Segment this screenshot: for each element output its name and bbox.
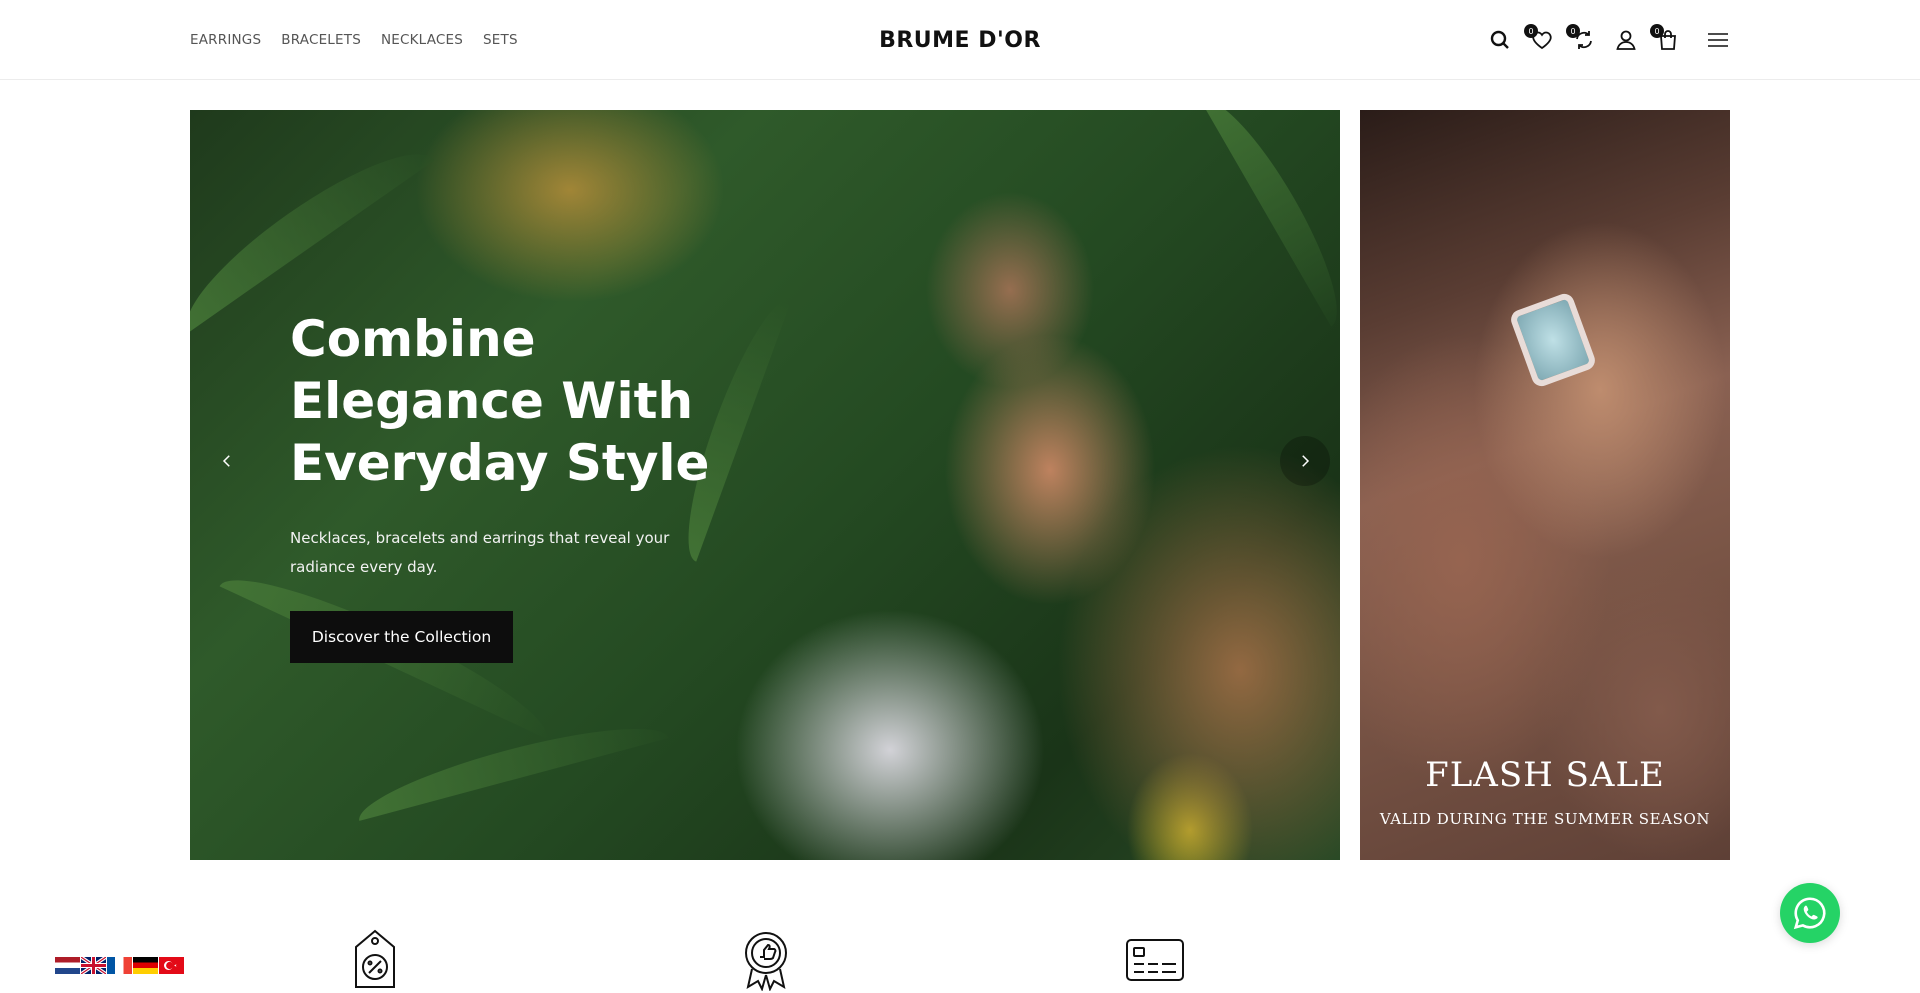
nav-item-bracelets[interactable]: BRACELETS [281, 32, 361, 48]
cart-count-badge: 0 [1650, 24, 1664, 38]
compare-count-badge: 0 [1566, 24, 1580, 38]
whatsapp-button[interactable] [1780, 883, 1840, 943]
quality-badge-icon [738, 928, 794, 992]
credit-card-icon [1124, 928, 1186, 992]
cart-icon[interactable]: 0 [1650, 24, 1682, 54]
wishlist-count-badge: 0 [1524, 24, 1538, 38]
leaf-decoration [1201, 110, 1340, 327]
main-nav: EARRINGS BRACELETS NECKLACES SETS [190, 0, 518, 80]
nav-item-earrings[interactable]: EARRINGS [190, 32, 261, 48]
language-switcher [55, 957, 184, 974]
slider-prev-button[interactable] [202, 436, 252, 486]
wishlist-icon[interactable]: 0 [1524, 24, 1556, 54]
discover-collection-button[interactable]: Discover the Collection [290, 611, 513, 663]
account-icon[interactable] [1612, 26, 1640, 54]
site-header: EARRINGS BRACELETS NECKLACES SETS BRUME … [0, 0, 1920, 80]
flash-sale-banner[interactable]: FLASH SALE VALID DURING THE SUMMER SEASO… [1360, 110, 1730, 860]
nav-item-necklaces[interactable]: NECKLACES [381, 32, 463, 48]
flash-sale-subtitle: VALID DURING THE SUMMER SEASON [1379, 810, 1711, 828]
menu-icon[interactable] [1704, 26, 1732, 54]
compare-icon[interactable]: 0 [1566, 24, 1598, 54]
flag-fr-icon[interactable] [107, 957, 132, 974]
chevron-left-icon [222, 455, 230, 467]
leaf-decoration [351, 709, 669, 821]
header-icons: 0 0 0 [1486, 0, 1732, 80]
hero-subtitle: Necklaces, bracelets and earrings that r… [290, 529, 670, 576]
chevron-right-icon [1302, 455, 1310, 467]
hero-slider: Combine Elegance With Everyday Style Nec… [190, 110, 1340, 860]
nav-item-sets[interactable]: SETS [483, 32, 518, 48]
flash-sale-title: FLASH SALE [1425, 755, 1665, 795]
whatsapp-icon [1793, 897, 1826, 930]
flag-de-icon[interactable] [133, 957, 158, 974]
slider-next-button[interactable] [1280, 436, 1330, 486]
flag-tr-icon[interactable] [159, 957, 184, 974]
leaf-decoration [190, 127, 435, 333]
hero-title: Combine Elegance With Everyday Style [290, 310, 710, 492]
ring-image [1508, 291, 1598, 389]
search-icon[interactable] [1486, 26, 1514, 54]
site-logo[interactable]: BRUME D'OR [879, 28, 1041, 53]
discount-tag-icon [350, 928, 400, 992]
flag-nl-icon[interactable] [55, 957, 80, 974]
flag-uk-icon[interactable] [81, 957, 106, 974]
